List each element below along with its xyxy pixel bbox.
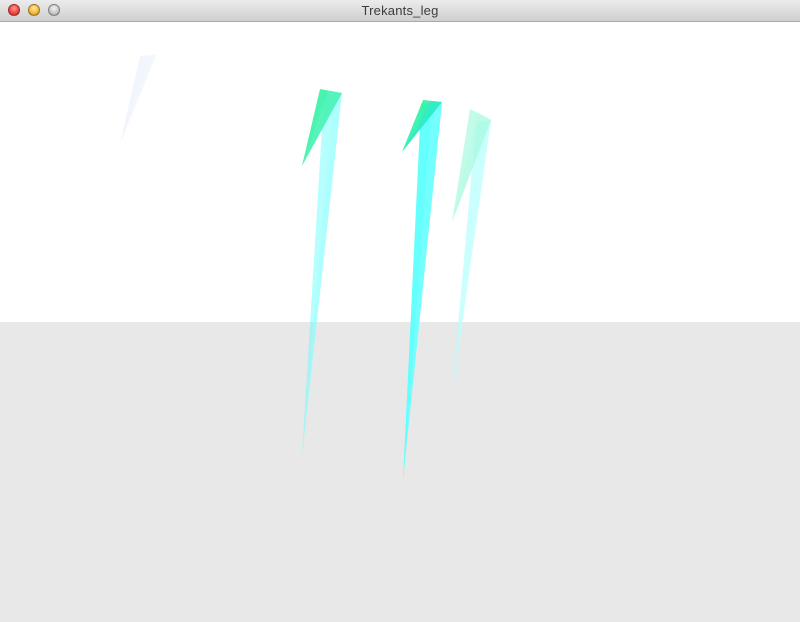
floor-plane	[0, 322, 800, 622]
render-canvas[interactable]	[0, 22, 800, 622]
sky-area	[0, 22, 800, 322]
window-title: Trekants_leg	[361, 3, 439, 18]
scene-svg	[0, 22, 800, 622]
title-bar[interactable]: Trekants_leg	[0, 0, 800, 22]
app-window: Trekants_leg	[0, 0, 800, 622]
